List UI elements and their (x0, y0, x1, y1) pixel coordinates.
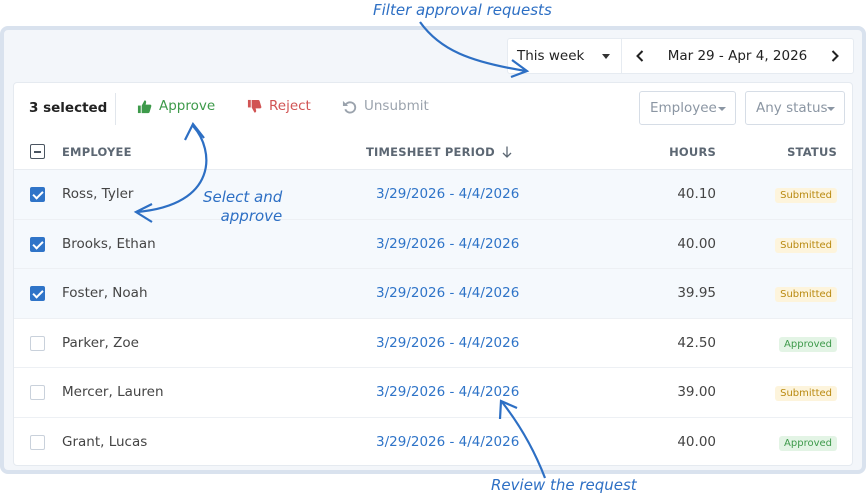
table-row[interactable]: Foster, Noah 3/29/2026 - 4/4/2026 39.95 … (14, 269, 852, 319)
table-header: EMPLOYEE TIMESHEET PERIOD HOURS STATUS (14, 133, 852, 170)
selected-count: 3 selected (29, 100, 108, 116)
unsubmit-label: Unsubmit (364, 98, 429, 114)
status-badge: Submitted (775, 188, 837, 203)
status-filter-label: Any status (756, 100, 828, 116)
status-badge: Submitted (775, 386, 837, 401)
sort-arrow-down-icon (502, 146, 512, 158)
caret-down-icon (827, 107, 835, 111)
range-select-label: This week (517, 48, 585, 64)
reject-label: Reject (269, 98, 311, 114)
annotation-select-line1: Select and (203, 188, 283, 206)
employee-name: Foster, Noah (62, 285, 148, 301)
employee-name: Ross, Tyler (62, 186, 134, 202)
hours-value: 42.50 (677, 334, 716, 351)
column-header-hours[interactable]: HOURS (669, 145, 716, 159)
column-header-employee[interactable]: EMPLOYEE (62, 145, 132, 159)
chevron-right-icon[interactable] (827, 46, 843, 66)
hours-value: 40.00 (677, 433, 716, 450)
status-badge: Approved (779, 435, 837, 451)
employee-filter-dropdown[interactable]: Employee (639, 91, 736, 125)
undo-icon (342, 100, 357, 113)
bulk-action-toolbar: 3 selected Approve Reject Unsubmit Emplo… (14, 83, 852, 133)
date-range-picker: Mar 29 - Apr 4, 2026 (622, 38, 854, 74)
annotation-filter: Filter approval requests (373, 1, 552, 19)
approve-button[interactable]: Approve (137, 98, 215, 114)
range-select[interactable]: This week (507, 38, 622, 74)
row-checkbox[interactable] (30, 187, 45, 202)
timesheet-period-link[interactable]: 3/29/2026 - 4/4/2026 (376, 434, 519, 450)
timesheet-period-link[interactable]: 3/29/2026 - 4/4/2026 (376, 335, 519, 351)
annotation-select-approve: Select and approve (203, 188, 282, 226)
select-all-checkbox[interactable] (30, 144, 45, 159)
unsubmit-button[interactable]: Unsubmit (342, 98, 429, 114)
employee-name: Brooks, Ethan (62, 235, 156, 252)
annotation-review: Review the request (491, 476, 637, 494)
approve-label: Approve (159, 98, 216, 114)
column-header-status[interactable]: STATUS (787, 145, 837, 159)
employee-name: Grant, Lucas (62, 433, 148, 450)
table-row[interactable]: Mercer, Lauren 3/29/2026 - 4/4/2026 39.0… (14, 368, 852, 418)
annotation-select-line2: approve (220, 207, 283, 225)
table-row[interactable]: Parker, Zoe 3/29/2026 - 4/4/2026 42.50 A… (14, 319, 852, 368)
row-checkbox[interactable] (30, 385, 45, 400)
toolbar-divider (115, 93, 116, 125)
status-badge: Submitted (775, 237, 837, 253)
timesheet-period-link[interactable]: 3/29/2026 - 4/4/2026 (376, 186, 519, 202)
row-checkbox[interactable] (30, 286, 45, 301)
column-header-period-label: TIMESHEET PERIOD (366, 145, 495, 159)
status-badge: Approved (779, 336, 837, 352)
reject-button[interactable]: Reject (247, 98, 311, 114)
timesheet-table-card: 3 selected Approve Reject Unsubmit Emplo… (13, 82, 853, 466)
thumbs-up-icon (137, 99, 152, 113)
column-header-period[interactable]: TIMESHEET PERIOD (366, 145, 512, 159)
hours-value: 40.00 (677, 235, 716, 252)
caret-down-icon (718, 107, 726, 111)
thumbs-down-icon (247, 99, 262, 113)
table-row[interactable]: Ross, Tyler 3/29/2026 - 4/4/2026 40.10 S… (14, 170, 852, 220)
employee-name: Parker, Zoe (62, 334, 139, 351)
caret-down-icon (602, 54, 610, 59)
status-badge: Submitted (775, 287, 837, 302)
table-body: Ross, Tyler 3/29/2026 - 4/4/2026 40.10 S… (14, 170, 852, 466)
employee-filter-label: Employee (650, 100, 717, 116)
row-checkbox[interactable] (30, 335, 45, 351)
status-filter-dropdown[interactable]: Any status (745, 91, 845, 125)
table-row[interactable]: Grant, Lucas 3/29/2026 - 4/4/2026 40.00 … (14, 418, 852, 466)
row-checkbox[interactable] (30, 236, 45, 252)
table-row[interactable]: Brooks, Ethan 3/29/2026 - 4/4/2026 40.00… (14, 219, 852, 269)
date-range-label: Mar 29 - Apr 4, 2026 (667, 48, 808, 64)
hours-value: 39.00 (677, 384, 716, 400)
timesheet-period-link[interactable]: 3/29/2026 - 4/4/2026 (376, 384, 519, 400)
hours-value: 40.10 (677, 186, 716, 202)
timesheet-period-link[interactable]: 3/29/2026 - 4/4/2026 (376, 285, 519, 301)
hours-value: 39.95 (677, 285, 716, 301)
chevron-left-icon[interactable] (632, 46, 648, 66)
timesheet-period-link[interactable]: 3/29/2026 - 4/4/2026 (376, 236, 519, 252)
employee-name: Mercer, Lauren (62, 384, 164, 400)
row-checkbox[interactable] (30, 434, 45, 450)
